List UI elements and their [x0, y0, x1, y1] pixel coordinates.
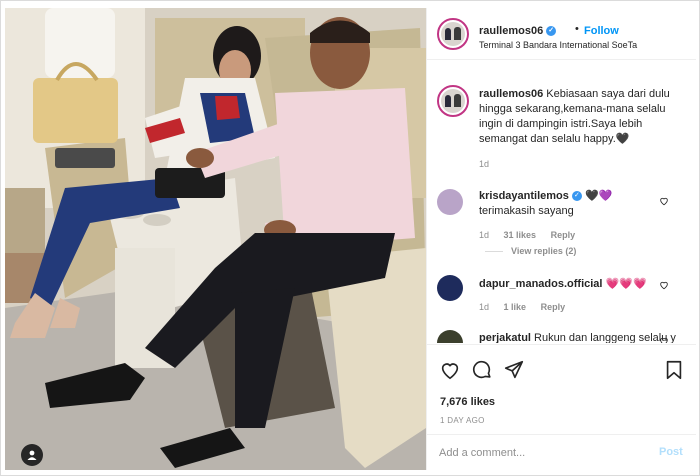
post-location[interactable]: Terminal 3 Bandara International SoeTa — [479, 40, 637, 50]
commenter-avatar[interactable] — [437, 275, 463, 301]
comment-item: perjakatul Rukun dan langgeng selalu y o… — [479, 331, 679, 343]
heart-icon[interactable] — [439, 359, 461, 381]
comment-age: 1d — [479, 230, 490, 240]
like-comment-heart-icon[interactable] — [659, 196, 669, 206]
comment-emoji: 🖤💜 — [584, 190, 613, 202]
caption-age: 1d — [479, 159, 490, 169]
add-comment-bar: Post — [427, 434, 696, 470]
comment-item: krisdayantilemos ✓ 🖤💜 terimakasih sayang — [479, 189, 679, 219]
comment-likes[interactable]: 31 likes — [504, 230, 537, 240]
comment-username[interactable]: perjakatul — [479, 332, 531, 343]
like-comment-heart-icon[interactable] — [659, 336, 669, 343]
comment-emoji: 💗💗💗 — [605, 278, 647, 290]
reply-button[interactable]: Reply — [541, 302, 566, 312]
tagged-users-button[interactable] — [21, 444, 43, 466]
comment-username[interactable]: krisdayantilemos — [479, 190, 569, 202]
follow-button[interactable]: Follow — [584, 25, 619, 37]
comment-username[interactable]: dapur_manados.official — [479, 278, 602, 290]
comment-item: dapur_manados.official 💗💗💗 — [479, 277, 679, 292]
share-icon[interactable] — [503, 359, 525, 381]
comment-meta: 1d 31 likes Reply — [479, 230, 587, 240]
comment-age: 1d — [479, 302, 490, 312]
comment-meta: 1d 1 like Reply — [479, 302, 577, 312]
verified-icon: ✓ — [571, 191, 582, 202]
post-timestamp[interactable]: 1 DAY AGO — [440, 416, 485, 425]
commenter-avatar[interactable] — [437, 189, 463, 215]
post-actions: 7,676 likes 1 DAY AGO — [427, 344, 696, 434]
caption-username[interactable]: raullemos06 — [479, 88, 543, 100]
comment-input[interactable] — [439, 444, 639, 462]
post-photo[interactable] — [5, 8, 426, 470]
author-username[interactable]: raullemos06 ✓ — [479, 25, 557, 37]
post-comment-button[interactable]: Post — [659, 446, 683, 458]
comments-list[interactable]: raullemos06 Kebiasaan saya dari dulu hin… — [427, 61, 696, 343]
post-header: raullemos06 ✓ • Follow Terminal 3 Bandara… — [427, 8, 696, 60]
view-replies-button[interactable]: View replies (2) — [511, 246, 576, 256]
separator-dot: • — [575, 23, 579, 35]
post-side-panel: raullemos06 ✓ • Follow Terminal 3 Bandara… — [426, 8, 696, 470]
comment-icon[interactable] — [471, 359, 493, 381]
commenter-avatar[interactable] — [437, 330, 463, 343]
reply-button[interactable]: Reply — [551, 230, 576, 240]
like-comment-heart-icon[interactable] — [659, 280, 669, 290]
likes-count[interactable]: 7,676 likes — [440, 396, 495, 408]
caption-meta: 1d — [479, 159, 501, 169]
caption: raullemos06 Kebiasaan saya dari dulu hin… — [479, 87, 679, 147]
verified-icon: ✓ — [546, 26, 557, 37]
comment-text: terimakasih sayang — [479, 205, 574, 217]
comment-likes[interactable]: 1 like — [504, 302, 527, 312]
person-icon — [27, 450, 37, 460]
author-avatar[interactable] — [437, 18, 469, 50]
save-icon[interactable] — [663, 359, 685, 381]
caption-author-avatar[interactable] — [437, 85, 469, 117]
